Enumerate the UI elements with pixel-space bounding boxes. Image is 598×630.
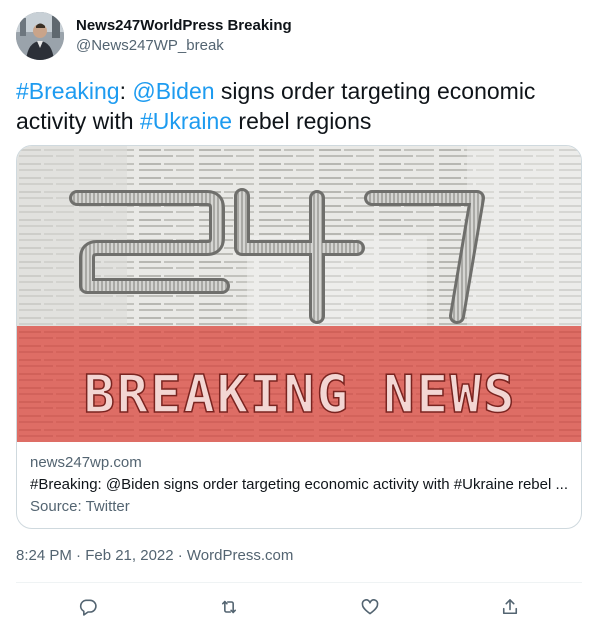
link-preview-card[interactable]: BREAKING NEWS news247wp.com #Breaking: @…: [16, 145, 582, 529]
tweet-text-end: rebel regions: [232, 108, 372, 134]
divider: [16, 582, 582, 583]
card-source: Source: Twitter: [30, 498, 130, 515]
card-image-banner-text: BREAKING NEWS: [84, 365, 517, 425]
like-button[interactable]: [353, 590, 387, 624]
share-button[interactable]: [493, 590, 527, 624]
avatar[interactable]: [16, 12, 64, 60]
retweet-icon: [221, 600, 237, 614]
reply-icon: [79, 599, 97, 616]
share-icon: [502, 599, 518, 615]
card-title: #Breaking: @Biden signs order targeting …: [30, 476, 568, 493]
tweet-header: News247WorldPress Breaking @News247WP_br…: [16, 12, 292, 60]
mention-biden[interactable]: @Biden: [132, 78, 214, 104]
tweet-text-colon: :: [119, 78, 133, 104]
reply-button[interactable]: [71, 590, 105, 624]
card-meta: news247wp.com #Breaking: @Biden signs or…: [30, 453, 570, 517]
user-handle[interactable]: @News247WP_break: [76, 36, 292, 56]
action-bar: [16, 590, 582, 624]
retweet-button[interactable]: [212, 590, 246, 624]
display-name[interactable]: News247WorldPress Breaking: [76, 16, 292, 36]
card-image[interactable]: BREAKING NEWS: [17, 146, 581, 442]
heart-icon: [361, 599, 379, 615]
hashtag-ukraine[interactable]: #Ukraine: [140, 108, 232, 134]
tweet-timestamp[interactable]: 8:24 PM · Feb 21, 2022 · WordPress.com: [16, 546, 293, 566]
card-domain: news247wp.com: [30, 454, 142, 471]
hashtag-breaking[interactable]: #Breaking: [16, 78, 120, 104]
tweet-text: #Breaking: @Biden signs order targeting …: [16, 76, 576, 136]
